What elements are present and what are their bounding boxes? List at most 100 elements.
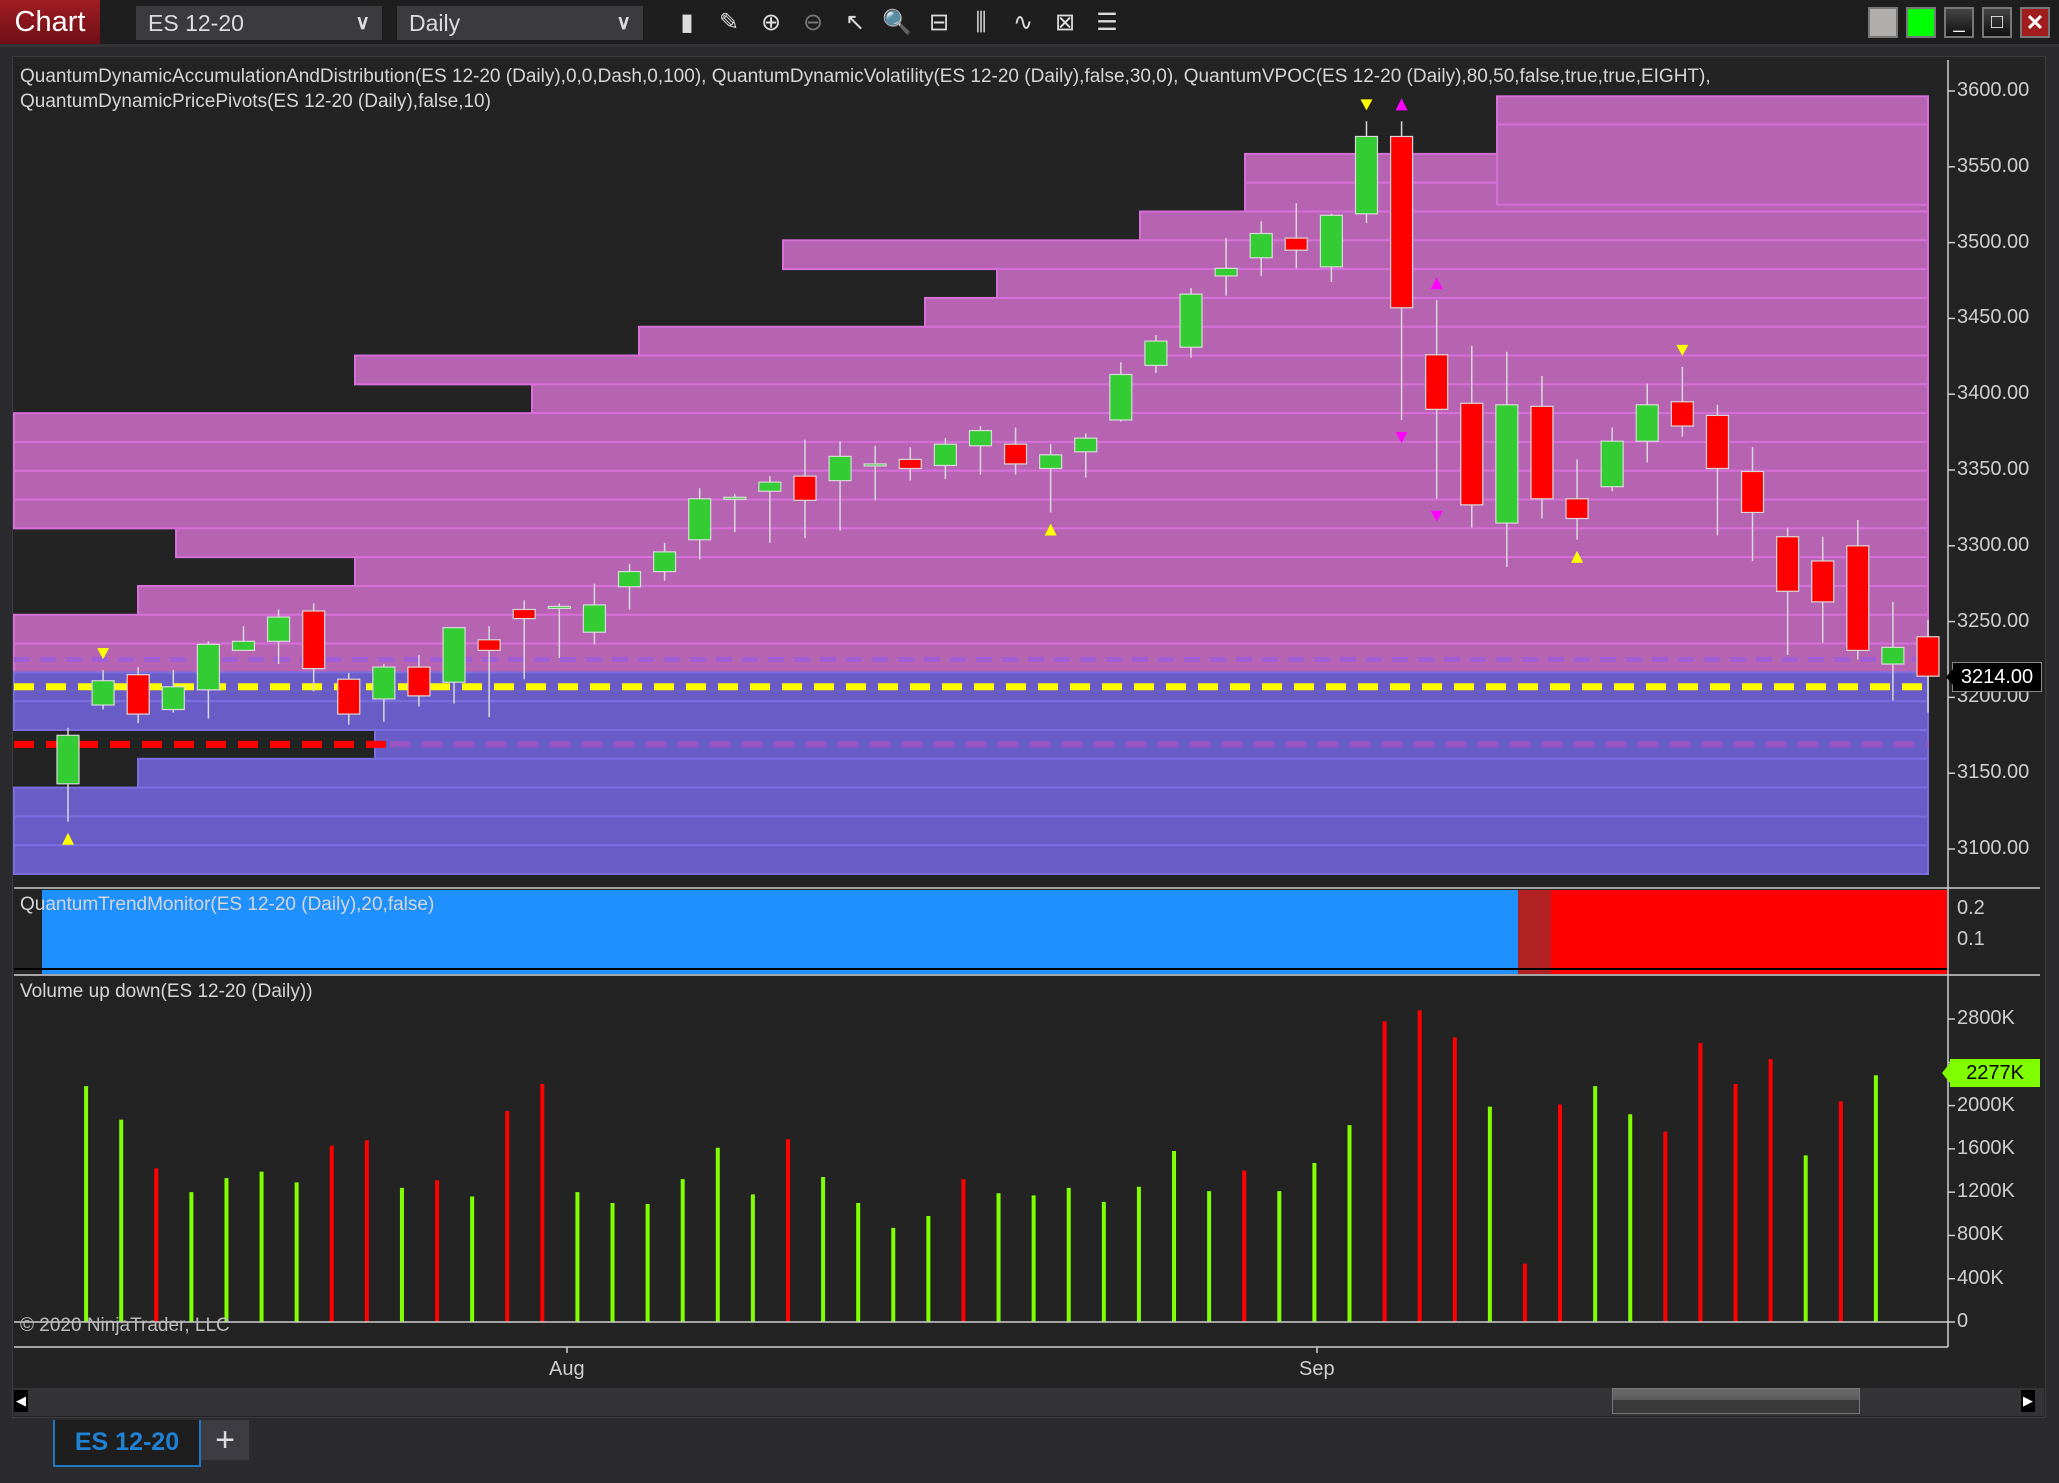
trend-tick-0.1: 0.1: [1957, 928, 1985, 950]
distribution-zone-row: [354, 354, 1929, 386]
candle-body: [477, 639, 501, 652]
candle-body: [266, 616, 291, 642]
candle-body: [56, 734, 80, 785]
candle-body: [91, 680, 115, 706]
add-tab-button[interactable]: +: [201, 1420, 249, 1460]
trend-tick-0.2: 0.2: [1957, 897, 1985, 919]
accumulation-zone-row: [137, 757, 1929, 789]
distribution-zone-row: [13, 613, 1929, 645]
candle-body: [723, 496, 747, 500]
distribution-zone-row: [137, 584, 1929, 616]
price-tick-label: 3250.00: [1957, 609, 2030, 632]
candle-body: [1389, 135, 1414, 309]
distribution-zone-row: [782, 239, 1929, 271]
candle-body: [898, 458, 922, 470]
candle-body: [372, 666, 396, 700]
horizontal-scrollbar[interactable]: ◀ ▶: [14, 1388, 2044, 1416]
volume-tick-label: 800K: [1957, 1223, 2004, 1246]
accumulation-zone-row: [13, 786, 1929, 818]
tab-es-12-20[interactable]: ES 12-20: [53, 1420, 201, 1467]
volume-tick-label: 2800K: [1957, 1007, 2015, 1030]
scroll-thumb[interactable]: [1612, 1388, 1860, 1414]
volume-tick-label: 400K: [1957, 1266, 2004, 1289]
candle-body: [442, 627, 466, 683]
distribution-zone-row: [996, 268, 1929, 299]
volume-tick-label: 1200K: [1957, 1180, 2015, 1203]
candle-body: [828, 455, 852, 482]
accumulation-zone-row: [13, 700, 1929, 731]
candle-body: [1354, 135, 1379, 215]
candle-body: [547, 605, 571, 610]
candle-body: [1530, 405, 1554, 500]
candle-body: [1249, 232, 1273, 259]
candle-body: [1635, 404, 1659, 442]
distribution-zone-top: [1496, 123, 1929, 206]
candle-body: [1846, 545, 1870, 652]
candle-body: [1916, 636, 1940, 677]
candle-body: [231, 640, 256, 652]
pivot-marker-icon: [1395, 98, 1408, 111]
candle-body: [1144, 340, 1168, 366]
volume-tick-label: 1600K: [1957, 1136, 2015, 1159]
candle-body: [933, 443, 957, 467]
last-price-pointer: [1946, 668, 1954, 686]
accumulation-zone-row: [13, 844, 1929, 876]
candle-body: [161, 686, 185, 711]
x-label-sep: Sep: [1299, 1358, 1335, 1380]
candle-body: [302, 610, 326, 670]
candle-body: [196, 643, 220, 691]
accumulation-zone-row: [374, 728, 1929, 760]
candle-body: [617, 570, 642, 588]
x-label-aug: Aug: [549, 1358, 585, 1380]
copyright-text: © 2020 NinjaTrader, LLC: [20, 1315, 230, 1336]
distribution-zone-row: [531, 383, 1929, 415]
volume-indicator-label: Volume up down(ES 12-20 (Daily)): [20, 981, 313, 1002]
scroll-right-button[interactable]: ▶: [2021, 1390, 2035, 1412]
distribution-zone-row: [638, 325, 1929, 357]
candle-body: [1600, 440, 1624, 488]
last-volume-pointer: [1942, 1063, 1950, 1083]
price-tick-label: 3500.00: [1957, 230, 2030, 253]
volume-tick-label: 0: [1957, 1310, 1969, 1332]
candle-body: [1705, 414, 1730, 470]
candle-body: [1214, 267, 1238, 277]
price-indicator-label-2: QuantumDynamicPricePivots(ES 12-20 (Dail…: [20, 91, 491, 112]
pivot-marker-icon: [1360, 99, 1373, 111]
candle-body: [863, 463, 887, 467]
candle-body: [126, 674, 150, 715]
price-tick-label: 3400.00: [1957, 382, 2030, 405]
price-indicator-label-1: QuantumDynamicAccumulationAndDistributio…: [20, 66, 1711, 87]
candle-body: [407, 666, 431, 697]
candle-body: [1811, 560, 1835, 603]
candle-body: [1003, 443, 1028, 465]
candle-body: [1074, 437, 1098, 453]
candle-body: [1565, 498, 1589, 520]
candle-body: [968, 429, 993, 447]
candle-body: [337, 678, 361, 715]
candle-body: [1319, 214, 1343, 268]
price-tick-label: 3150.00: [1957, 761, 2030, 784]
trend-transition-block: [1518, 890, 1551, 974]
candle-body: [1425, 354, 1449, 410]
volume-tick-label: 2000K: [1957, 1093, 2015, 1116]
candle-body: [1179, 293, 1203, 348]
distribution-zone-row: [13, 469, 1929, 501]
accumulation-zone-row: [13, 671, 1929, 703]
distribution-zone-row: [354, 556, 1929, 587]
candle: [1179, 288, 1203, 358]
candle-body: [1740, 470, 1765, 514]
trend-indicator-label: QuantumTrendMonitor(ES 12-20 (Daily),20,…: [20, 894, 435, 915]
distribution-zone-row: [13, 498, 1929, 530]
candle-body: [688, 498, 712, 541]
candle-body: [1284, 237, 1308, 251]
price-tick-label: 3450.00: [1957, 306, 2030, 329]
accumulation-zone-row: [13, 815, 1929, 847]
candle-body: [1460, 402, 1484, 506]
price-tick-label: 3350.00: [1957, 458, 2030, 480]
candle-body: [1109, 373, 1133, 421]
price-tick-label: 3600.00: [1957, 79, 2030, 101]
scroll-left-button[interactable]: ◀: [14, 1390, 28, 1412]
price-tick-label: 3100.00: [1957, 837, 2030, 859]
chart-canvas[interactable]: [0, 0, 2059, 1483]
last-volume-marker: 2277K: [1950, 1059, 2040, 1087]
